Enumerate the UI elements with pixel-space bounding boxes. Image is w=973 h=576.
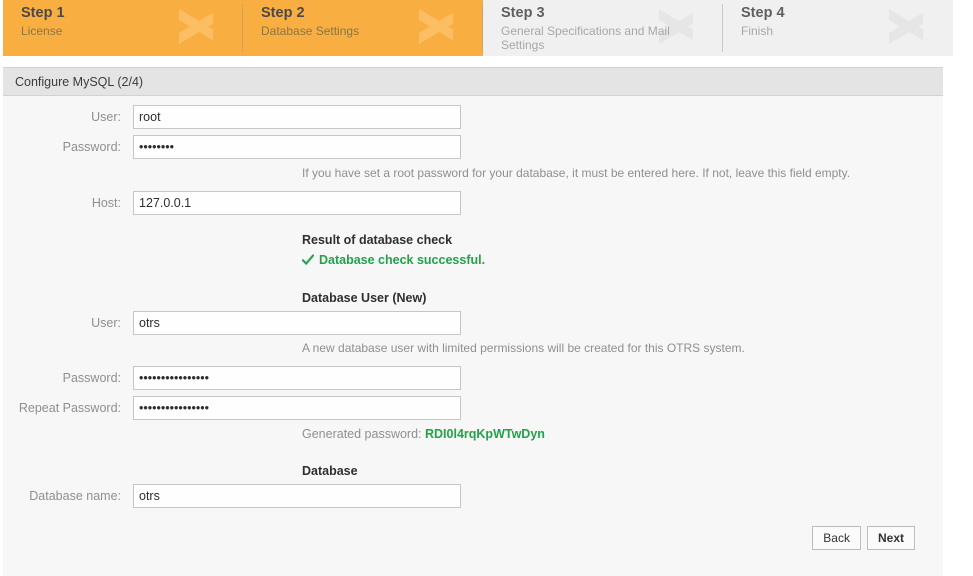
db-check-section-title: Result of database check — [302, 233, 453, 247]
root-user-input[interactable] — [133, 105, 461, 129]
next-button[interactable]: Next — [866, 526, 915, 550]
step-2-title: Step 2 — [261, 5, 305, 21]
db-check-status: Database check successful. — [302, 253, 485, 267]
database-section-title: Database — [302, 464, 358, 478]
step-progress-bar: Step 1 License Step 2 Database Settings … — [3, 0, 953, 56]
form-actions: Back Next — [812, 526, 915, 550]
step-item-3[interactable]: Step 3 General Specifications and Mail S… — [483, 0, 723, 56]
back-button[interactable]: Back — [812, 526, 861, 550]
step-4-subtitle: Finish — [741, 24, 774, 38]
check-icon — [302, 254, 314, 266]
step-1-title: Step 1 — [21, 5, 65, 21]
generated-password-value: RDI0l4rqKpWTwDyn — [425, 427, 545, 441]
root-user-label: User: — [91, 110, 121, 124]
row-root-user: User: — [3, 105, 461, 129]
subheader-bar: Configure MySQL (2/4) — [3, 67, 943, 96]
db-user-label: User: — [91, 316, 121, 330]
row-db-repeat-password: Repeat Password: — [3, 396, 461, 420]
db-check-status-text: Database check successful. — [319, 253, 486, 267]
db-user-section-title: Database User (New) — [302, 291, 427, 305]
step-3-subtitle: General Specifications and Mail Settings — [501, 24, 670, 52]
step-3-title: Step 3 — [501, 5, 545, 21]
row-root-password: Password: — [3, 135, 461, 159]
generated-password-line: Generated password: RDI0l4rqKpWTwDyn — [302, 427, 545, 441]
page-title: Configure MySQL (2/4) — [15, 74, 144, 89]
root-password-input[interactable] — [133, 135, 461, 159]
root-password-hint: If you have set a root password for your… — [302, 166, 851, 180]
installer-page: Step 1 License Step 2 Database Settings … — [0, 0, 973, 576]
db-password-label: Password: — [62, 371, 121, 385]
row-db-user: User: — [3, 311, 461, 335]
step-1-subtitle: License — [21, 24, 63, 38]
step-2-subtitle: Database Settings — [261, 24, 360, 38]
db-repeat-password-label: Repeat Password: — [18, 401, 121, 415]
step-4-title: Step 4 — [741, 5, 785, 21]
database-name-label: Database name: — [29, 489, 121, 503]
db-repeat-password-input[interactable] — [133, 396, 461, 420]
host-input[interactable] — [133, 191, 461, 215]
step-item-4[interactable]: Step 4 Finish — [723, 0, 953, 56]
row-db-password: Password: — [3, 366, 461, 390]
host-label: Host: — [91, 196, 121, 210]
db-password-input[interactable] — [133, 366, 461, 390]
database-name-input[interactable] — [133, 484, 461, 508]
db-user-input[interactable] — [133, 311, 461, 335]
root-password-label: Password: — [62, 140, 121, 154]
generated-password-label: Generated password: — [302, 427, 422, 441]
step-item-1[interactable]: Step 1 License — [3, 0, 243, 56]
step-item-2[interactable]: Step 2 Database Settings — [243, 0, 483, 56]
form-panel: User: Password: If you have set a root p… — [3, 96, 943, 576]
row-host: Host: — [3, 191, 461, 215]
row-database-name: Database name: — [3, 484, 461, 508]
db-user-hint: A new database user with limited permiss… — [302, 341, 745, 355]
